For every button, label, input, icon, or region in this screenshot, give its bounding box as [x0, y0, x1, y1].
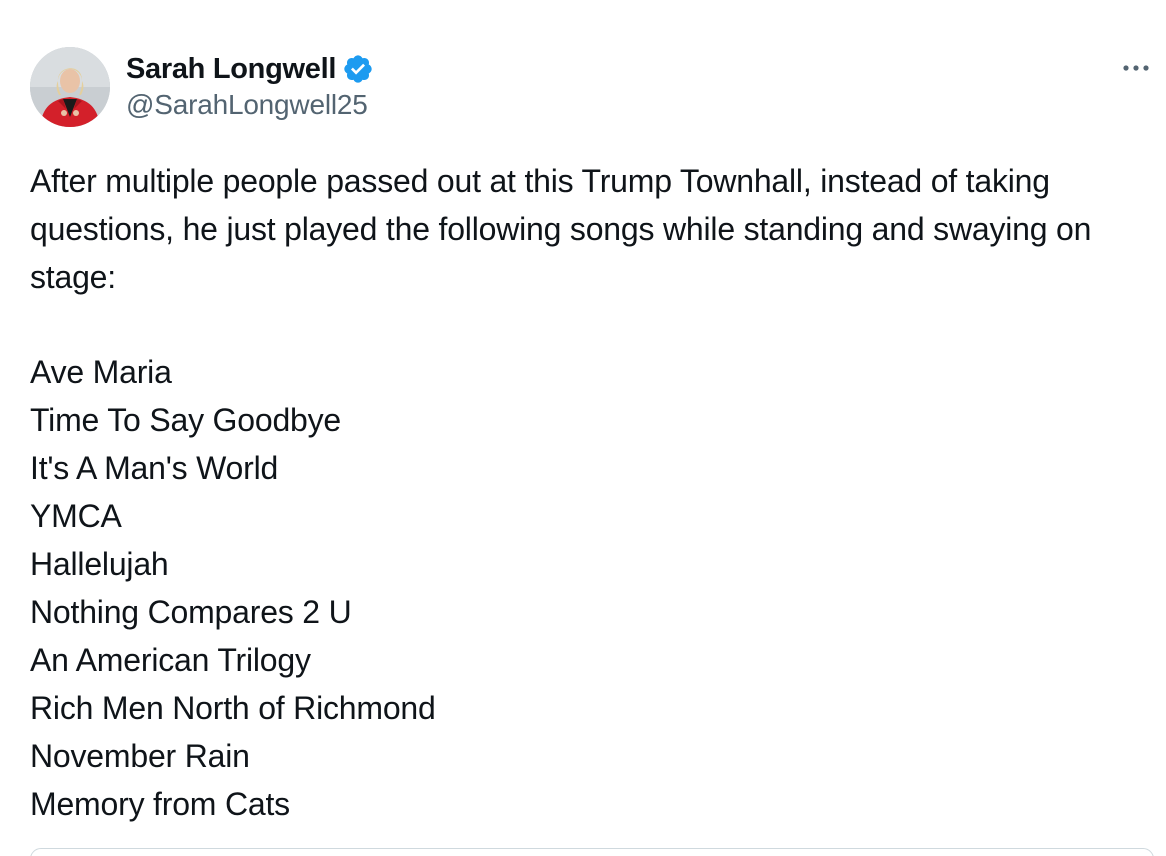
song-list: Ave Maria Time To Say Goodbye It's A Man…	[30, 348, 436, 828]
song-item: Memory from Cats	[30, 786, 290, 822]
song-item: November Rain	[30, 738, 250, 774]
song-item: An American Trilogy	[30, 642, 311, 678]
author-name-row[interactable]: Sarah Longwell	[126, 49, 374, 89]
song-item: Ave Maria	[30, 354, 172, 390]
verified-badge-icon[interactable]	[342, 53, 374, 85]
profile-photo	[30, 47, 110, 127]
song-item: It's A Man's World	[30, 450, 279, 486]
author-display-name[interactable]: Sarah Longwell	[126, 53, 336, 86]
song-item: Time To Say Goodbye	[30, 402, 342, 438]
song-item: YMCA	[30, 498, 122, 534]
tweet-intro: After multiple people passed out at this…	[30, 163, 1092, 295]
author-handle[interactable]: @SarahLongwell25	[126, 89, 368, 121]
avatar[interactable]	[30, 47, 110, 127]
song-item: Rich Men North of Richmond	[30, 690, 436, 726]
tweet-text: After multiple people passed out at this…	[30, 157, 1150, 301]
song-item: Hallelujah	[30, 546, 169, 582]
song-item: Nothing Compares 2 U	[30, 594, 352, 630]
media-card-edge[interactable]	[30, 848, 1154, 856]
tweet-card: Sarah Longwell @SarahLongwell25 After mu…	[0, 0, 1166, 856]
more-options-icon[interactable]	[1118, 54, 1154, 82]
